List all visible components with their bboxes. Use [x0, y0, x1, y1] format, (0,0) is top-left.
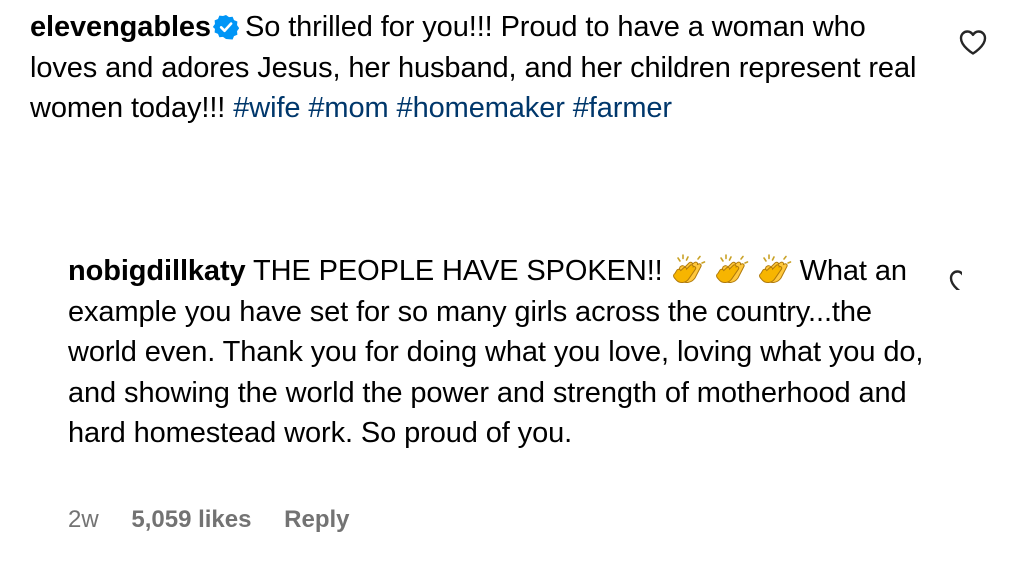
heart-icon — [949, 270, 962, 290]
reply-button[interactable]: Reply — [284, 503, 349, 537]
hashtag-link[interactable]: #farmer — [573, 92, 672, 124]
comment-username[interactable]: elevengables — [30, 11, 211, 43]
like-heart-button[interactable] — [948, 268, 962, 290]
hashtag-link[interactable]: #homemaker — [397, 92, 565, 124]
comment-username[interactable]: nobigdillkaty — [68, 255, 246, 287]
clapping-hands-icon — [757, 252, 793, 288]
hashtag-link[interactable]: #wife — [233, 92, 300, 124]
comment-nobigdillkaty: nobigdillkaty THE PEOPLE HAVE SPOKEN!! W… — [68, 251, 928, 454]
comment-timestamp[interactable]: 2w — [68, 503, 99, 537]
comment-meta-row: 2w 5,059 likes Reply — [68, 503, 350, 537]
heart-icon — [959, 30, 987, 55]
clapping-hands-icon — [671, 252, 707, 288]
verified-badge-icon — [212, 14, 239, 40]
comment-text-before: THE PEOPLE HAVE SPOKEN!! — [252, 255, 663, 287]
clapping-hands-icon — [714, 252, 750, 288]
like-heart-button[interactable] — [958, 28, 988, 56]
comment-like-count[interactable]: 5,059 likes — [131, 503, 251, 537]
comment-elevengables: elevengables So thrilled for you!!! Proud… — [30, 7, 940, 129]
hashtag-link[interactable]: #mom — [308, 92, 388, 124]
